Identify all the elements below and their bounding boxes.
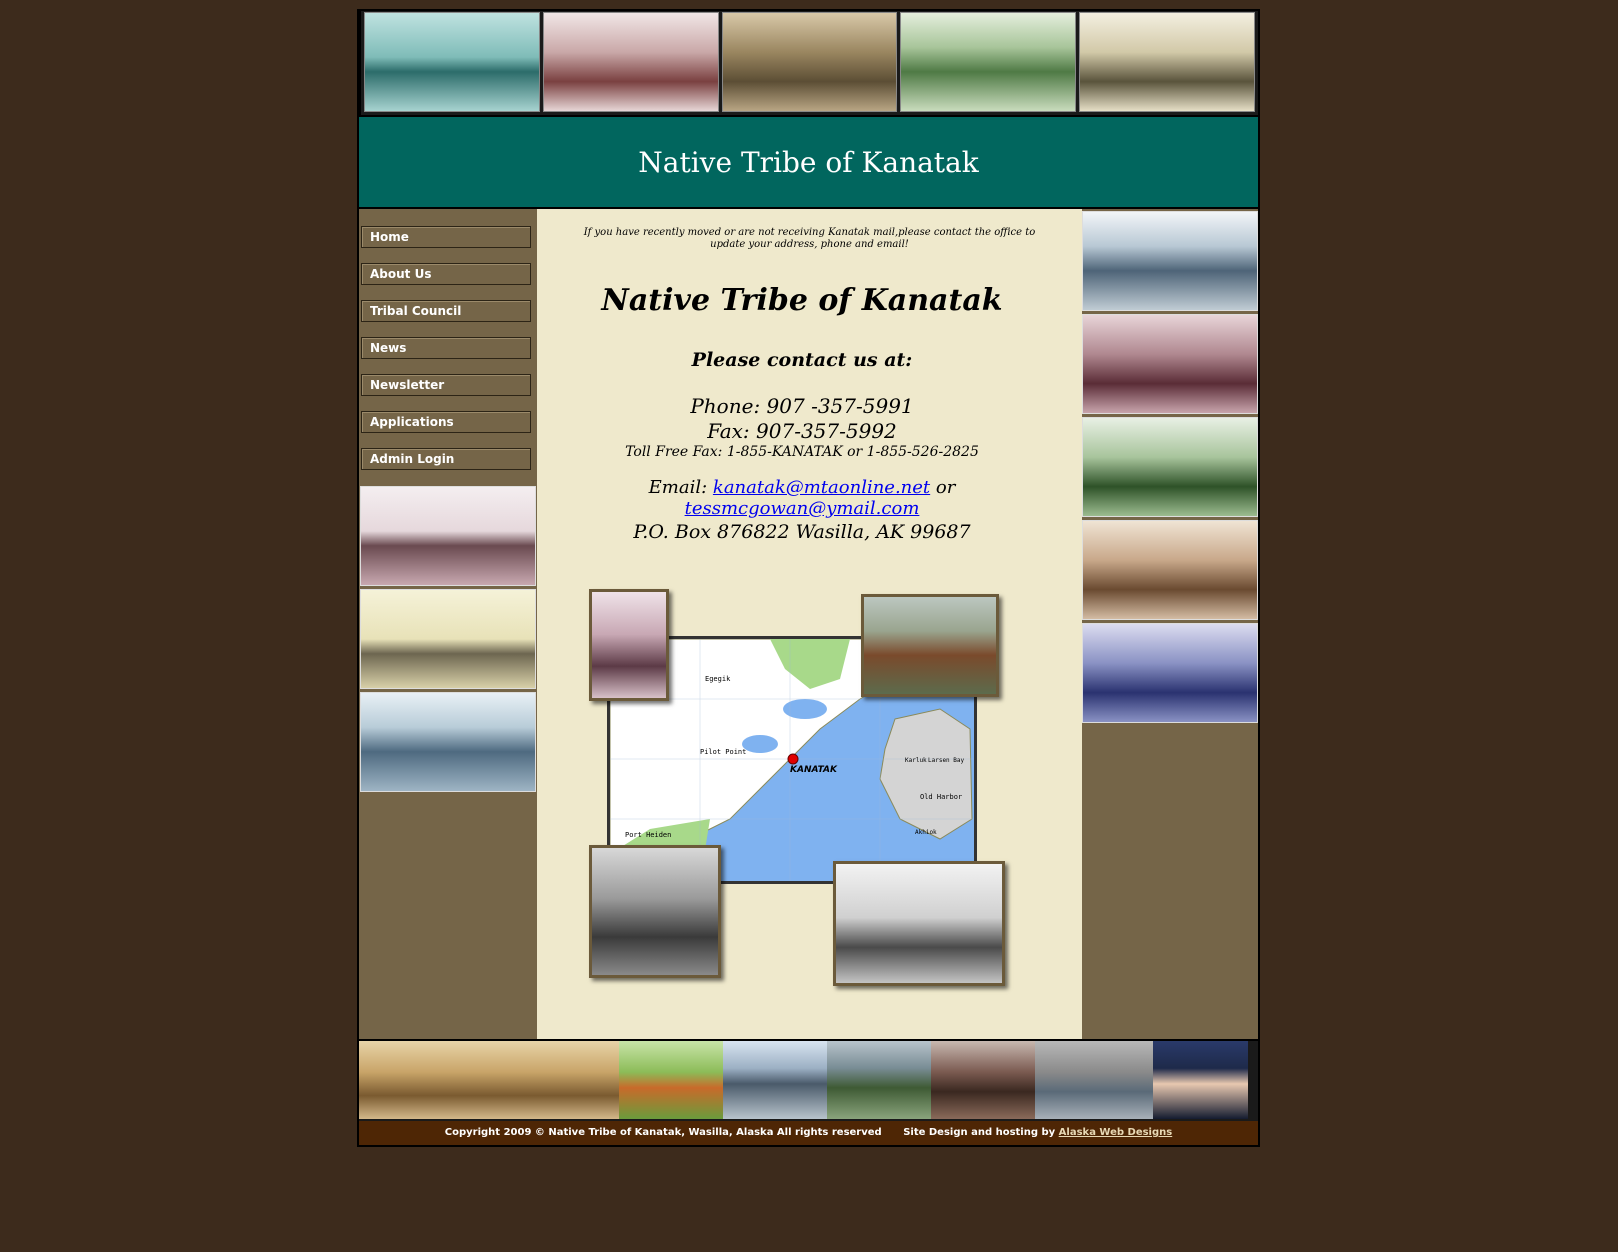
mountain-village-photo bbox=[900, 12, 1077, 112]
fish-drying-photo bbox=[589, 845, 721, 978]
footer-photo-strip bbox=[359, 1039, 1258, 1121]
right-sidebar bbox=[1082, 209, 1258, 1039]
general-store-photo bbox=[542, 12, 719, 112]
snowy-mountains-photo bbox=[360, 692, 536, 792]
village-buildings-photo bbox=[1079, 12, 1255, 112]
map-label-karluk: Karluk bbox=[905, 757, 927, 764]
header-photo-strip bbox=[361, 11, 1258, 115]
nav-news[interactable]: News bbox=[361, 337, 531, 359]
family-at-dwelling-photo bbox=[1082, 520, 1258, 620]
photo-map-collage: KANATAK Pilot Point Old Harbor Larsen Ba… bbox=[589, 589, 1009, 989]
alaska-web-designs-link[interactable]: Alaska Web Designs bbox=[1059, 1127, 1173, 1138]
elder-portrait-photo bbox=[589, 589, 669, 701]
ruined-building-photo bbox=[931, 1041, 1035, 1119]
nav-applications[interactable]: Applications bbox=[361, 411, 531, 433]
site-footer: Copyright 2009 © Native Tribe of Kanatak… bbox=[359, 1121, 1258, 1145]
toll-free-fax: Toll Free Fax: 1-855-KANATAK or 1-855-52… bbox=[625, 444, 979, 460]
page-container: Native Tribe of Kanatak Home About Us Tr… bbox=[357, 9, 1260, 1147]
river-landscape-photo bbox=[1035, 1041, 1153, 1119]
biplane-photo bbox=[360, 486, 536, 586]
kodiak-island bbox=[879, 708, 973, 840]
brown-bear-photo bbox=[861, 594, 999, 697]
village-store-photo bbox=[1082, 417, 1258, 517]
airplane-on-beach-photo bbox=[723, 1041, 827, 1119]
phone-number: Phone: 907 -357-5991 bbox=[690, 394, 914, 418]
address-update-notice: If you have recently moved or are not re… bbox=[583, 227, 1036, 250]
credit-prefix: Site Design and hosting by bbox=[903, 1127, 1056, 1138]
kayak-photo bbox=[364, 12, 540, 112]
fax-number: Fax: 907-357-5992 bbox=[707, 419, 897, 443]
page-title: Native Tribe of Kanatak bbox=[601, 283, 1003, 318]
nav-newsletter[interactable]: Newsletter bbox=[361, 374, 531, 396]
old-tractor-photo bbox=[619, 1041, 723, 1119]
contact-heading: Please contact us at: bbox=[691, 349, 913, 371]
nav-admin-login[interactable]: Admin Login bbox=[361, 448, 531, 470]
map-label-akhiok: Akhiok bbox=[915, 829, 937, 836]
lake bbox=[742, 735, 778, 753]
shipwreck-photo bbox=[360, 589, 536, 689]
coastline-photo bbox=[1082, 211, 1258, 311]
nav-tribal-council[interactable]: Tribal Council bbox=[361, 300, 531, 322]
copyright-text: Copyright 2009 © Native Tribe of Kanatak… bbox=[444, 1127, 882, 1138]
map-label-port-heiden: Port Heiden bbox=[625, 831, 671, 839]
email-prefix: Email: bbox=[648, 477, 708, 498]
credit-text: Site Design and hosting by Alaska Web De… bbox=[903, 1127, 1172, 1138]
fishing-boat-photo bbox=[833, 861, 1005, 986]
child-portrait-photo bbox=[1153, 1041, 1248, 1119]
main-content: If you have recently moved or are not re… bbox=[537, 209, 1082, 1039]
email-separator: or bbox=[935, 477, 956, 498]
sod-house-photo bbox=[721, 12, 898, 112]
valley-view-photo bbox=[827, 1041, 931, 1119]
dog-sled-team-photo bbox=[359, 1041, 619, 1119]
shipwreck-blue-photo bbox=[1082, 623, 1258, 723]
nav-about-us[interactable]: About Us bbox=[361, 263, 531, 285]
mailing-address: P.O. Box 876822 Wasilla, AK 99687 bbox=[633, 521, 971, 543]
map-label-larsen-bay: Larsen Bay bbox=[928, 757, 965, 764]
map-label-kanatak: KANATAK bbox=[790, 765, 838, 775]
lake bbox=[783, 699, 827, 719]
woman-with-logs-photo bbox=[1082, 314, 1258, 414]
email-link-kanatak[interactable]: kanatak@mtaonline.net bbox=[713, 477, 930, 498]
map-label-old-harbor: Old Harbor bbox=[920, 793, 962, 801]
nav-home[interactable]: Home bbox=[361, 226, 531, 248]
site-banner: Native Tribe of Kanatak bbox=[359, 115, 1258, 209]
map-label-egegik: Egegik bbox=[705, 675, 731, 683]
site-title: Native Tribe of Kanatak bbox=[638, 145, 979, 179]
left-sidebar: Home About Us Tribal Council News Newsle… bbox=[359, 209, 537, 1039]
email-line: Email: kanatak@mtaonline.net or tessmcgo… bbox=[537, 477, 1067, 519]
email-link-tessmcgowan[interactable]: tessmcgowan@ymail.com bbox=[685, 498, 920, 519]
map-label-pilot-point: Pilot Point bbox=[700, 748, 746, 756]
kanatak-marker bbox=[787, 753, 799, 765]
